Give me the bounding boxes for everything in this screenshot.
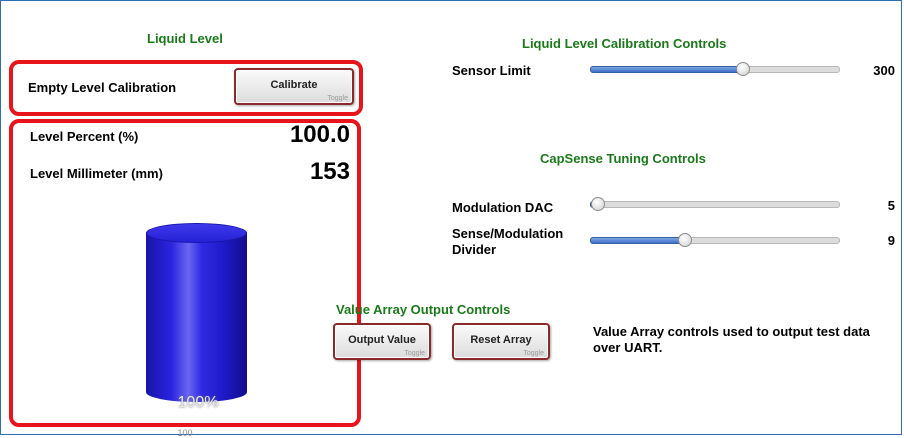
level-mm-label: Level Millimeter (mm) <box>30 166 163 181</box>
tank-liquid-body <box>146 232 247 402</box>
slider-track <box>590 201 840 208</box>
sense-divider-label: Sense/Modulation Divider <box>452 226 563 258</box>
value-array-title: Value Array Output Controls <box>336 302 511 317</box>
sense-divider-label-line1: Sense/Modulation <box>452 226 564 241</box>
calibrate-button[interactable]: Calibrate Toggle <box>234 68 354 105</box>
sense-divider-label-line2: Divider <box>452 242 497 257</box>
output-value-button[interactable]: Output Value Toggle <box>333 323 431 360</box>
slider-fill <box>590 237 687 244</box>
modulation-dac-value: 5 <box>887 198 895 213</box>
sense-divider-value: 9 <box>887 233 895 248</box>
tank-percent-overlay: 100% <box>177 394 219 411</box>
tank-liquid-top <box>146 223 247 243</box>
slider-thumb[interactable] <box>678 233 692 247</box>
calibrate-button-label: Calibrate <box>270 79 318 91</box>
slider-thumb[interactable] <box>590 197 605 211</box>
calibration-controls-title: Liquid Level Calibration Controls <box>522 36 727 51</box>
slider-fill <box>590 66 745 73</box>
level-mm-value: 153 <box>309 158 350 185</box>
output-value-button-toggle: Toggle <box>404 350 425 357</box>
capsense-title: CapSense Tuning Controls <box>540 151 706 166</box>
modulation-dac-slider[interactable] <box>590 196 840 212</box>
sense-divider-slider[interactable] <box>590 232 840 248</box>
sensor-limit-value: 300 <box>873 63 895 78</box>
empty-level-calibration-label: Empty Level Calibration <box>28 80 177 95</box>
modulation-dac-label: Modulation DAC <box>452 200 554 215</box>
reset-array-button[interactable]: Reset Array Toggle <box>452 323 550 360</box>
output-value-button-label: Output Value <box>348 334 416 346</box>
reset-array-button-label: Reset Array <box>470 334 532 346</box>
sensor-limit-label: Sensor Limit <box>452 63 531 78</box>
level-percent-label: Level Percent (%) <box>30 129 139 144</box>
level-percent-value: 100.0 <box>289 121 350 148</box>
reset-array-button-toggle: Toggle <box>523 350 544 357</box>
calibrate-button-toggle: Toggle <box>327 95 348 102</box>
slider-thumb[interactable] <box>735 62 750 76</box>
value-array-description: Value Array controls used to output test… <box>593 324 870 355</box>
liquid-level-title: Liquid Level <box>147 31 223 46</box>
sensor-limit-slider[interactable] <box>590 61 840 77</box>
